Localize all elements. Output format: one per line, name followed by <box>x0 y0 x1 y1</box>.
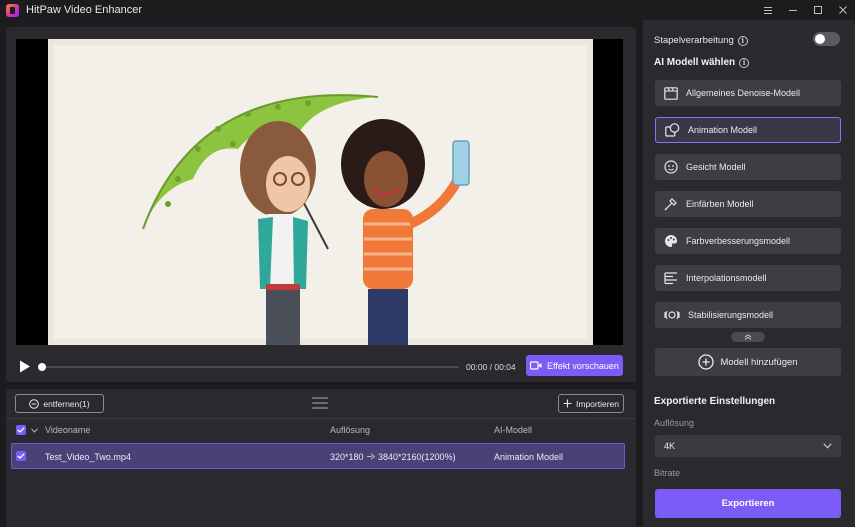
stabilize-icon <box>664 310 680 320</box>
export-settings-text: Exportierte Einstellungen <box>654 396 776 407</box>
resolution-select[interactable]: 4K <box>655 435 841 457</box>
model-colorize-button[interactable]: Einfärben Modell <box>655 191 841 217</box>
column-header-model[interactable]: AI-Modell <box>494 425 532 435</box>
app-title: HitPaw Video Enhancer <box>26 4 142 16</box>
export-label: Exportieren <box>721 498 775 509</box>
animation-icon <box>665 123 680 137</box>
column-header-resolution[interactable]: Auflösung <box>330 425 370 435</box>
remove-label: entfernen(1) <box>43 398 90 409</box>
resolution-value: 4K <box>664 441 676 451</box>
settings-sidebar: Stapelverarbeitung i AI Modell wählen i … <box>643 20 855 527</box>
add-model-label: Modell hinzufügen <box>720 356 798 368</box>
table-row[interactable]: Test_Video_Two.mp4 320*180 3840*2160(120… <box>11 443 625 469</box>
model-section-text: AI Modell wählen <box>654 57 736 68</box>
seek-bar[interactable] <box>41 366 459 368</box>
import-label: Importieren <box>576 398 619 409</box>
video-frame-image <box>48 39 593 345</box>
import-button[interactable]: Importieren <box>558 394 624 413</box>
model-animation-label: Animation Modell <box>688 125 758 135</box>
add-model-button[interactable]: Modell hinzufügen <box>655 348 841 376</box>
batch-processing-text: Stapelverarbeitung <box>654 35 734 46</box>
column-header-name[interactable]: Videoname <box>45 425 90 435</box>
model-stabilize-button[interactable]: Stabilisierungsmodell <box>655 302 841 328</box>
chevron-up-icon <box>744 334 752 340</box>
preview-effect-button[interactable]: Effekt vorschauen <box>526 355 623 376</box>
maximize-icon[interactable] <box>805 0 830 20</box>
collapse-models-button[interactable] <box>731 332 765 342</box>
close-icon[interactable] <box>830 0 855 20</box>
model-interpolation-label: Interpolationsmodell <box>686 273 767 283</box>
minimize-icon[interactable] <box>780 0 805 20</box>
batch-processing-label: Stapelverarbeitung i <box>654 35 748 46</box>
interpolation-icon <box>664 271 677 284</box>
chevron-down-icon <box>823 443 832 449</box>
remove-button[interactable]: entfernen(1) <box>15 394 104 413</box>
model-colorize-label: Einfärben Modell <box>686 199 754 209</box>
model-face-label: Gesicht Modell <box>686 162 746 172</box>
export-button[interactable]: Exportieren <box>655 489 841 518</box>
row-file-name: Test_Video_Two.mp4 <box>45 452 131 462</box>
row-resolution-from: 320*180 <box>330 452 364 462</box>
time-readout: 00:00 / 00:04 <box>466 362 516 372</box>
video-preview[interactable] <box>16 39 623 345</box>
arrow-right-icon <box>367 453 375 460</box>
info-icon[interactable]: i <box>737 35 748 46</box>
video-camera-icon <box>530 361 542 370</box>
seek-thumb[interactable] <box>38 363 46 371</box>
model-color-enhance-button[interactable]: Farbverbesserungsmodell <box>655 228 841 254</box>
table-header: Videoname Auflösung AI-Modell <box>6 419 636 441</box>
minus-circle-icon <box>29 398 40 409</box>
face-icon <box>664 160 678 174</box>
preview-panel: 00:00 / 00:04 Effekt vorschauen <box>6 27 636 382</box>
model-color-enhance-label: Farbverbesserungsmodell <box>686 236 791 246</box>
film-icon <box>664 86 678 100</box>
model-denoise-button[interactable]: Allgemeines Denoise-Modell <box>655 80 841 106</box>
resolution-label: Auflösung <box>654 418 695 428</box>
model-stabilize-label: Stabilisierungsmodell <box>688 310 774 320</box>
row-resolution-to: 3840*2160(1200%) <box>378 452 456 462</box>
file-list-panel: entfernen(1) Importieren Videoname Auflö… <box>6 389 636 527</box>
batch-processing-toggle[interactable] <box>813 32 840 46</box>
colorize-icon <box>664 198 677 211</box>
model-animation-button[interactable]: Animation Modell <box>655 117 841 143</box>
model-face-button[interactable]: Gesicht Modell <box>655 154 841 180</box>
bitrate-label: Bitrate <box>654 468 681 478</box>
palette-icon <box>665 235 677 247</box>
row-checkbox[interactable] <box>16 451 26 461</box>
export-settings-title: Exportierte Einstellungen <box>654 396 775 407</box>
model-interpolation-button[interactable]: Interpolationsmodell <box>655 265 841 291</box>
plus-icon <box>563 399 572 408</box>
model-section-title: AI Modell wählen i <box>654 57 750 68</box>
play-icon <box>20 360 30 372</box>
select-all-checkbox[interactable] <box>16 425 26 435</box>
panel-drag-handle[interactable] <box>312 397 328 409</box>
preview-effect-label: Effekt vorschauen <box>547 360 619 371</box>
play-button[interactable] <box>18 359 32 373</box>
plus-circle-icon <box>698 354 715 370</box>
app-logo-icon <box>6 3 19 17</box>
row-model: Animation Modell <box>494 452 564 462</box>
model-denoise-label: Allgemeines Denoise-Modell <box>686 88 801 98</box>
chevron-down-icon[interactable] <box>31 428 38 433</box>
info-icon[interactable]: i <box>739 57 750 68</box>
menu-icon[interactable] <box>755 0 780 20</box>
window-controls <box>755 0 855 20</box>
title-bar: HitPaw Video Enhancer <box>0 0 855 20</box>
